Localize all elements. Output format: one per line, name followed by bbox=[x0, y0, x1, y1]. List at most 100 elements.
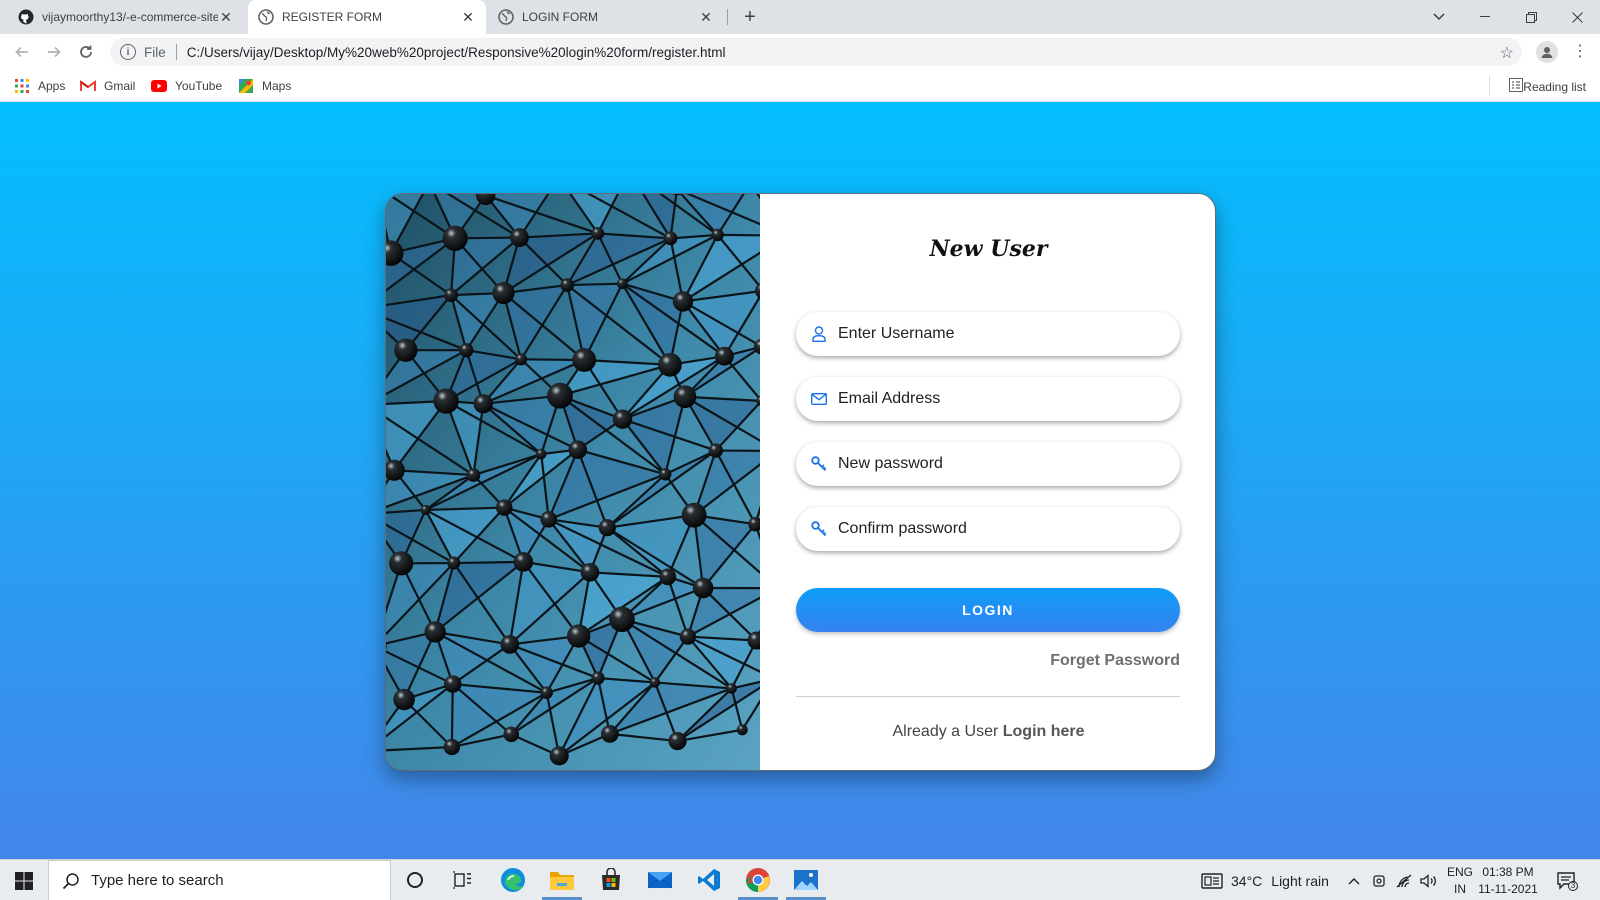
register-form: New User Enter Username Email Address Ne… bbox=[760, 194, 1215, 770]
windows-taskbar: Type here to search 34°C Light rain ENG … bbox=[0, 859, 1600, 900]
new-tab-button[interactable]: + bbox=[737, 4, 763, 30]
key-icon bbox=[810, 455, 828, 473]
forget-password-link[interactable]: Forget Password bbox=[1050, 652, 1180, 670]
edge-browser-icon[interactable] bbox=[498, 865, 528, 895]
bookmark-gmail[interactable]: Gmail bbox=[80, 78, 135, 94]
photos-app-icon[interactable] bbox=[786, 865, 826, 900]
reading-list-button[interactable]: Reading list bbox=[1509, 78, 1586, 95]
address-bar[interactable]: i File C:/Users/vijay/Desktop/My%20web%2… bbox=[110, 38, 1522, 66]
maps-icon bbox=[238, 78, 254, 94]
bookmark-label: Apps bbox=[38, 79, 66, 93]
windows-start-icon[interactable] bbox=[14, 871, 34, 891]
weather-temp: 34°C bbox=[1231, 872, 1263, 889]
mail-app-icon[interactable] bbox=[645, 865, 675, 895]
tab-separator bbox=[727, 9, 728, 25]
tab-title: LOGIN FORM bbox=[522, 10, 599, 24]
close-icon[interactable]: ✕ bbox=[218, 9, 234, 26]
language-indicator[interactable]: ENG IN bbox=[1446, 864, 1474, 898]
restore-button[interactable] bbox=[1508, 0, 1554, 34]
file-explorer-icon[interactable] bbox=[542, 865, 582, 900]
address-separator bbox=[175, 44, 177, 60]
reading-list-label: Reading list bbox=[1523, 79, 1586, 94]
meet-now-icon[interactable] bbox=[1372, 860, 1386, 900]
url-text[interactable]: C:/Users/vijay/Desktop/My%20web%20projec… bbox=[187, 45, 726, 60]
username-field[interactable] bbox=[796, 312, 1180, 356]
forward-arrow-icon[interactable] bbox=[42, 40, 66, 64]
globe-icon bbox=[258, 9, 274, 25]
new-password-field[interactable] bbox=[796, 442, 1180, 486]
page-background: New User Enter Username Email Address Ne… bbox=[0, 102, 1600, 859]
tab-register-form[interactable]: REGISTER FORM ✕ bbox=[248, 0, 486, 34]
already-user-label: Already a User bbox=[892, 723, 999, 740]
clock-time: 01:38 PM bbox=[1482, 865, 1534, 879]
search-placeholder: Type here to search bbox=[91, 872, 224, 889]
key-icon bbox=[810, 520, 828, 538]
microsoft-store-icon[interactable] bbox=[596, 865, 626, 895]
scheme-label: File bbox=[144, 44, 166, 60]
bookmark-apps[interactable]: Apps bbox=[14, 78, 65, 94]
bookmark-label: Gmail bbox=[104, 79, 136, 93]
form-title: New User bbox=[929, 236, 1048, 262]
login-here-link[interactable]: Login here bbox=[1003, 723, 1085, 740]
close-icon[interactable]: ✕ bbox=[698, 9, 714, 26]
reload-icon[interactable] bbox=[74, 40, 98, 64]
tab-search-chevron-icon[interactable] bbox=[1416, 0, 1462, 34]
search-icon bbox=[61, 871, 81, 891]
browser-toolbar: i File C:/Users/vijay/Desktop/My%20web%2… bbox=[0, 34, 1600, 70]
profile-avatar-icon[interactable] bbox=[1536, 41, 1558, 63]
network-illustration-image bbox=[386, 194, 760, 770]
show-hidden-icons-chevron[interactable] bbox=[1348, 860, 1360, 900]
bookmark-maps[interactable]: Maps bbox=[238, 78, 291, 94]
volume-icon[interactable] bbox=[1420, 860, 1438, 900]
task-view-icon[interactable] bbox=[448, 865, 478, 895]
form-divider bbox=[796, 696, 1180, 697]
cortana-icon[interactable] bbox=[400, 865, 430, 895]
chrome-icon[interactable] bbox=[738, 865, 778, 900]
wifi-icon[interactable] bbox=[1396, 860, 1412, 900]
weather-icon bbox=[1201, 872, 1223, 889]
apps-grid-icon bbox=[14, 78, 30, 94]
youtube-icon bbox=[151, 78, 167, 94]
notification-count: 3 bbox=[1570, 881, 1576, 890]
bookmark-youtube[interactable]: YouTube bbox=[151, 78, 222, 94]
notification-center-icon[interactable]: 3 bbox=[1556, 860, 1578, 900]
tab-login-form[interactable]: LOGIN FORM ✕ bbox=[488, 0, 724, 34]
reading-list-icon bbox=[1509, 78, 1524, 95]
minimize-button[interactable] bbox=[1462, 0, 1508, 34]
system-clock[interactable]: 01:38 PM 11-11-2021 bbox=[1472, 864, 1544, 898]
tab-title: vijaymoorthy13/-e-commerce-site bbox=[42, 10, 218, 24]
bookmark-star-icon[interactable]: ☆ bbox=[1500, 43, 1514, 63]
already-user-text: Already a User Login here bbox=[760, 723, 1215, 741]
back-arrow-icon[interactable] bbox=[10, 40, 34, 64]
email-field[interactable] bbox=[796, 377, 1180, 421]
bookmarks-separator bbox=[1489, 76, 1490, 96]
weather-desc: Light rain bbox=[1271, 872, 1329, 889]
register-card: New User Enter Username Email Address Ne… bbox=[385, 193, 1216, 771]
tab-github[interactable]: vijaymoorthy13/-e-commerce-site ✕ bbox=[8, 0, 244, 34]
browser-tab-bar: vijaymoorthy13/-e-commerce-site ✕ REGIST… bbox=[0, 0, 1600, 34]
confirm-password-input[interactable] bbox=[838, 520, 1168, 538]
tab-title: REGISTER FORM bbox=[282, 10, 383, 24]
gmail-icon bbox=[80, 78, 96, 94]
globe-icon bbox=[498, 9, 514, 25]
vscode-icon[interactable] bbox=[694, 865, 724, 895]
lang-bottom: IN bbox=[1454, 882, 1466, 896]
weather-widget[interactable]: 34°C Light rain bbox=[1201, 860, 1329, 900]
clock-date: 11-11-2021 bbox=[1478, 882, 1538, 896]
login-button[interactable]: LOGIN bbox=[796, 588, 1180, 632]
info-icon[interactable]: i bbox=[120, 44, 136, 60]
github-icon bbox=[18, 9, 34, 25]
new-password-input[interactable] bbox=[838, 455, 1168, 473]
bookmarks-bar: Apps Gmail YouTube Maps Reading list bbox=[0, 70, 1600, 102]
username-input[interactable] bbox=[838, 325, 1168, 343]
close-icon[interactable]: ✕ bbox=[460, 9, 476, 26]
confirm-password-field[interactable] bbox=[796, 507, 1180, 551]
menu-kebab-icon[interactable]: ⋮ bbox=[1572, 40, 1588, 64]
taskbar-search-box[interactable]: Type here to search bbox=[48, 860, 391, 900]
bookmark-label: Maps bbox=[262, 79, 292, 93]
user-icon bbox=[810, 325, 828, 343]
close-window-button[interactable] bbox=[1554, 0, 1600, 34]
mail-icon bbox=[810, 390, 828, 408]
lang-top: ENG bbox=[1446, 865, 1473, 879]
email-input[interactable] bbox=[838, 390, 1168, 408]
